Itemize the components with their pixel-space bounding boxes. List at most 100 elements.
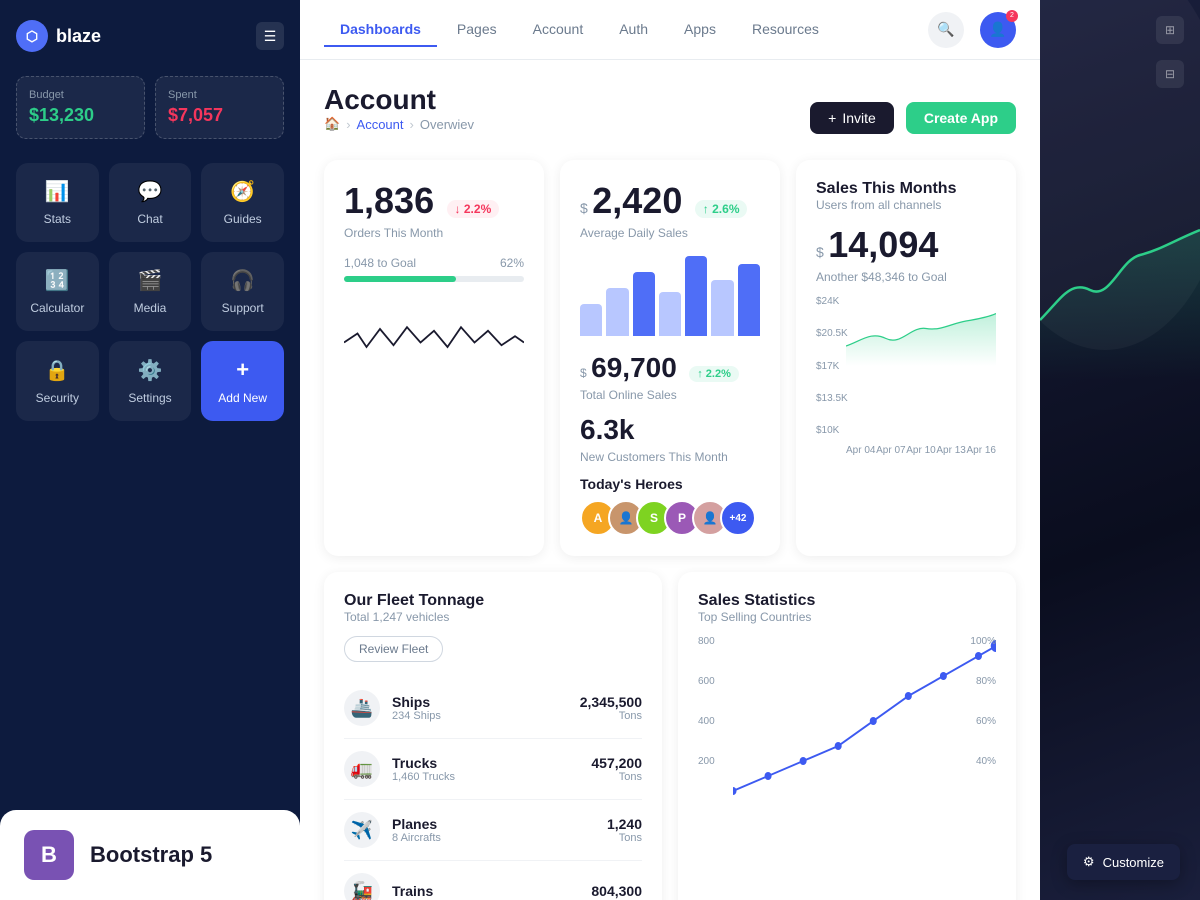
total-online-row: $ 69,700 ↑ 2.2% [580, 352, 760, 384]
sales-stats-chart: 800 600 400 200 [698, 636, 996, 816]
fleet-items: 🚢 Ships 234 Ships 2,345,500 Tons 🚛 [344, 678, 642, 900]
nav-item-settings[interactable]: ⚙️ Settings [109, 341, 192, 421]
total-online-section: $ 69,700 ↑ 2.2% Total Online Sales [580, 352, 760, 402]
bootstrap-badge: B Bootstrap 5 [0, 810, 300, 900]
nav-link-pages[interactable]: Pages [441, 13, 513, 47]
security-label: Security [36, 391, 79, 405]
trucks-amount: 457,200 [591, 755, 642, 771]
invite-button[interactable]: + Invite [810, 102, 894, 134]
budget-label: Budget [29, 89, 132, 101]
notification-button[interactable]: 👤 2 [980, 12, 1016, 48]
trucks-icon: 🚛 [344, 751, 380, 787]
nav-grid: 📊 Stats 💬 Chat 🧭 Guides 🔢 Calculator 🎬 M… [16, 163, 284, 421]
heroes-avatars: A 👤 S P 👤 +42 [580, 500, 760, 536]
daily-sales-row: $ 2,420 ↑ 2.6% [580, 180, 760, 222]
trucks-name: Trucks [392, 755, 591, 771]
spent-card: Spent $7,057 [155, 76, 284, 139]
nav-item-security[interactable]: 🔒 Security [16, 341, 99, 421]
logo-text: blaze [56, 26, 101, 47]
goal-label: 1,048 to Goal [344, 256, 416, 270]
calculator-label: Calculator [30, 301, 84, 315]
trains-value: 804,300 [591, 883, 642, 899]
planes-icon: ✈️ [344, 812, 380, 848]
dark-green-chart [1040, 180, 1200, 380]
daily-sales-number: 2,420 [592, 180, 682, 221]
ships-count: 234 Ships [392, 710, 580, 722]
nav-item-chat[interactable]: 💬 Chat [109, 163, 192, 242]
customize-button[interactable]: ⚙ Customize [1067, 844, 1180, 880]
calculator-icon: 🔢 [45, 268, 70, 293]
total-prefix: $ [580, 366, 587, 380]
stats-grid: 1,836 ↓ 2.2% Orders This Month 1,048 to … [324, 160, 1016, 556]
trains-name: Trains [392, 883, 591, 899]
breadcrumb-account[interactable]: Account [357, 117, 404, 132]
breadcrumb: 🏠 › Account › Overwiev [324, 116, 474, 132]
sales-month-card: Sales This Months Users from all channel… [796, 160, 1016, 556]
nav-item-guides[interactable]: 🧭 Guides [201, 163, 284, 242]
total-badge: ↑ 2.2% [689, 366, 739, 382]
line-chart-x-labels: Apr 04 Apr 07 Apr 10 Apr 13 Apr 16 [846, 445, 996, 456]
heroes-label: Today's Heroes [580, 476, 760, 492]
progress-bar-bg [344, 276, 524, 282]
sales-stats-title: Sales Statistics [698, 592, 996, 610]
page-title-area: Account 🏠 › Account › Overwiev [324, 84, 474, 152]
sales-line-chart: $24K $20.5K $17K $13.5K $10K [816, 296, 996, 456]
green-line-svg [846, 296, 996, 366]
nav-item-support[interactable]: 🎧 Support [201, 252, 284, 331]
logo-area: ⬡ blaze [16, 20, 101, 52]
planes-info: Planes 8 Aircrafts [392, 816, 607, 844]
search-button[interactable]: 🔍 [928, 12, 964, 48]
nav-item-stats[interactable]: 📊 Stats [16, 163, 99, 242]
total-sales-number: 69,700 [591, 352, 677, 383]
create-app-button[interactable]: Create App [906, 102, 1016, 134]
trucks-info: Trucks 1,460 Trucks [392, 755, 591, 783]
daily-sales-prefix: $ [580, 200, 588, 216]
daily-sales-label: Average Daily Sales [580, 226, 760, 240]
nav-item-add-new[interactable]: + Add New [201, 341, 284, 421]
nav-link-resources[interactable]: Resources [736, 13, 835, 47]
orders-number: 1,836 [344, 180, 434, 221]
fleet-subtitle: Total 1,247 vehicles [344, 610, 642, 624]
ships-amount: 2,345,500 [580, 694, 642, 710]
review-fleet-button[interactable]: Review Fleet [344, 636, 443, 662]
daily-sales-badge: ↑ 2.6% [695, 200, 748, 218]
sales-month-subtitle: Users from all channels [816, 198, 996, 212]
sidebar: ⬡ blaze ☰ Budget $13,230 Spent $7,057 📊 … [0, 0, 300, 900]
ships-unit: Tons [580, 710, 642, 722]
bottom-grid: Our Fleet Tonnage Total 1,247 vehicles R… [324, 572, 1016, 900]
breadcrumb-current: Overwiev [420, 117, 474, 132]
trucks-unit: Tons [591, 771, 642, 783]
sales-prefix: $ [816, 244, 824, 260]
ships-info: Ships 234 Ships [392, 694, 580, 722]
support-label: Support [222, 301, 264, 315]
daily-sales-card: $ 2,420 ↑ 2.6% Average Daily Sales [560, 160, 780, 556]
nav-link-account[interactable]: Account [517, 13, 600, 47]
page-title: Account [324, 84, 474, 116]
fleet-item-trains: 🚂 Trains 804,300 [344, 861, 642, 900]
top-nav-links: Dashboards Pages Account Auth Apps Resou… [324, 13, 835, 47]
ships-icon: 🚢 [344, 690, 380, 726]
orders-number-row: 1,836 ↓ 2.2% [344, 180, 524, 222]
wave-chart [344, 298, 524, 378]
sidebar-menu-icon[interactable]: ☰ [256, 22, 284, 50]
guides-label: Guides [224, 212, 262, 226]
fleet-item-planes: ✈️ Planes 8 Aircrafts 1,240 Tons [344, 800, 642, 861]
nav-link-apps[interactable]: Apps [668, 13, 732, 47]
ships-value: 2,345,500 Tons [580, 694, 642, 722]
sales-line-overlay [733, 636, 996, 796]
pct-labels: 100% 80% 60% 40% [970, 636, 996, 796]
budget-value: $13,230 [29, 105, 132, 126]
nav-item-calculator[interactable]: 🔢 Calculator [16, 252, 99, 331]
orders-badge: ↓ 2.2% [447, 200, 500, 218]
new-customers-section: 6.3k New Customers This Month Today's He… [580, 414, 760, 536]
chat-icon: 💬 [138, 179, 163, 204]
nav-link-dashboards[interactable]: Dashboards [324, 13, 437, 47]
guides-icon: 🧭 [230, 179, 255, 204]
nav-link-auth[interactable]: Auth [603, 13, 664, 47]
fleet-title: Our Fleet Tonnage [344, 592, 642, 610]
orders-progress: 1,048 to Goal 62% [344, 256, 524, 282]
nav-item-media[interactable]: 🎬 Media [109, 252, 192, 331]
budget-cards: Budget $13,230 Spent $7,057 [16, 76, 284, 139]
breadcrumb-home[interactable]: 🏠 [324, 116, 340, 132]
trains-amount: 804,300 [591, 883, 642, 899]
